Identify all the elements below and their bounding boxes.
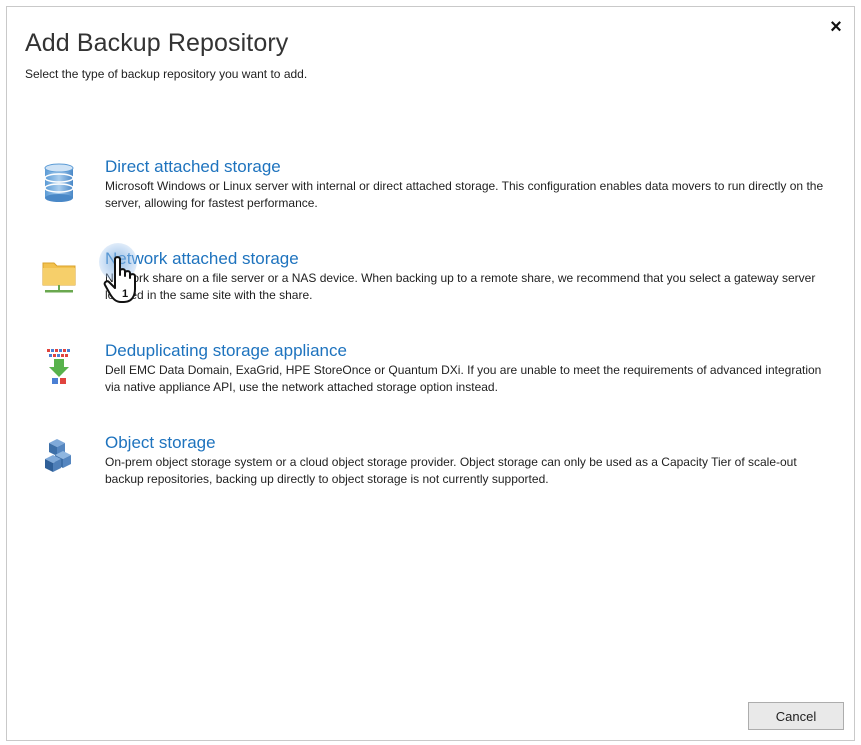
option-object-storage[interactable]: Object storage On-prem object storage sy… xyxy=(41,433,831,525)
option-title[interactable]: Direct attached storage xyxy=(105,157,281,177)
option-description: Network share on a file server or a NAS … xyxy=(105,271,816,302)
option-direct-attached-storage[interactable]: Direct attached storage Microsoft Window… xyxy=(41,157,831,249)
option-title[interactable]: Object storage xyxy=(105,433,216,453)
close-icon[interactable]: × xyxy=(826,17,846,37)
option-title[interactable]: Deduplicating storage appliance xyxy=(105,341,347,361)
deduplication-icon xyxy=(41,347,77,387)
repository-type-list: Direct attached storage Microsoft Window… xyxy=(41,157,831,525)
option-description: Dell EMC Data Domain, ExaGrid, HPE Store… xyxy=(105,363,822,394)
dialog-title: Add Backup Repository xyxy=(25,29,289,57)
option-network-attached-storage[interactable]: Network attached storage Network share o… xyxy=(41,249,831,341)
cancel-button[interactable]: Cancel xyxy=(748,702,844,730)
option-deduplicating-storage-appliance[interactable]: Deduplicating storage appliance Dell EMC… xyxy=(41,341,831,433)
option-description: Microsoft Windows or Linux server with i… xyxy=(105,179,824,210)
option-description: On-prem object storage system or a cloud… xyxy=(105,455,797,486)
object-storage-icon xyxy=(41,439,77,479)
option-title[interactable]: Network attached storage xyxy=(105,249,299,269)
add-backup-repository-dialog: Add Backup Repository Select the type of… xyxy=(6,6,855,741)
dialog-subtitle: Select the type of backup repository you… xyxy=(25,67,308,81)
network-folder-icon xyxy=(41,255,77,295)
database-icon xyxy=(41,163,77,203)
